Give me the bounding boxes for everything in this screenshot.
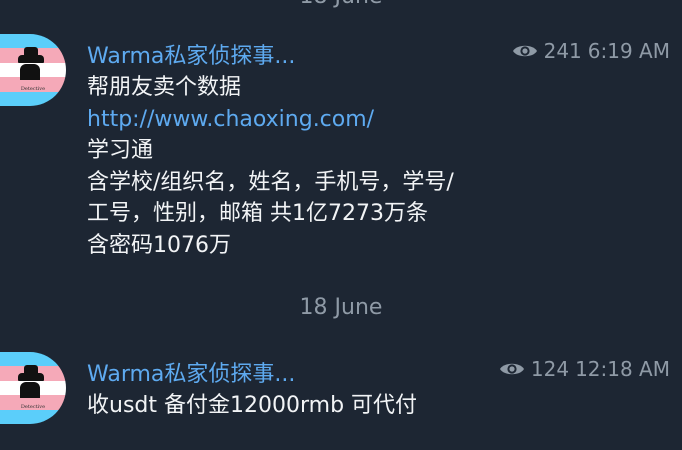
date-separator-top: 18 June (0, 0, 682, 9)
avatar-caption: Detective (20, 86, 46, 92)
message-text: 收usdt 备付金12000rmb 可代付 (87, 390, 647, 422)
date-separator: 18 June (299, 295, 383, 320)
detective-silhouette-icon (20, 382, 40, 398)
channel-avatar[interactable]: Detective (0, 352, 66, 424)
message-meta: 124 12:18 AM (499, 357, 670, 381)
message-line: 含学校/组织名，姓名，手机号，学号/ (87, 169, 454, 195)
message-header: Warma私家侦探事... 241 6:19 AM (87, 38, 670, 70)
sender-name[interactable]: Warma私家侦探事... (87, 38, 295, 70)
message-meta: 241 6:19 AM (512, 39, 670, 63)
eye-icon (499, 363, 524, 375)
message-line: 工号，性别，邮箱 共1亿7273万条 (87, 201, 428, 226)
message-time: 12:18 AM (575, 357, 670, 381)
message-link[interactable]: http://www.chaoxing.com/ (87, 104, 647, 136)
message-line: 收usdt 备付金12000rmb 可代付 (87, 393, 418, 418)
avatar-caption: Detective (20, 404, 46, 410)
message-header: Warma私家侦探事... 124 12:18 AM (87, 356, 670, 388)
channel-avatar[interactable]: Detective (0, 34, 66, 106)
view-count: 241 (543, 39, 582, 63)
view-count: 124 (530, 357, 570, 381)
eye-icon (512, 45, 537, 57)
message-time: 6:19 AM (587, 39, 670, 63)
message-line: 含密码1076万 (87, 232, 231, 258)
chat-history: 18 June Detective Warma私家侦探事... 241 (0, 0, 682, 450)
sender-name[interactable]: Warma私家侦探事... (87, 356, 295, 388)
message-line: 学习通 (87, 138, 154, 163)
message-line: 帮朋友卖个数据 (87, 75, 242, 100)
message-text: 帮朋友卖个数据 http://www.chaoxing.com/ 学习通 含学校… (87, 72, 647, 261)
detective-silhouette-icon (20, 64, 40, 80)
